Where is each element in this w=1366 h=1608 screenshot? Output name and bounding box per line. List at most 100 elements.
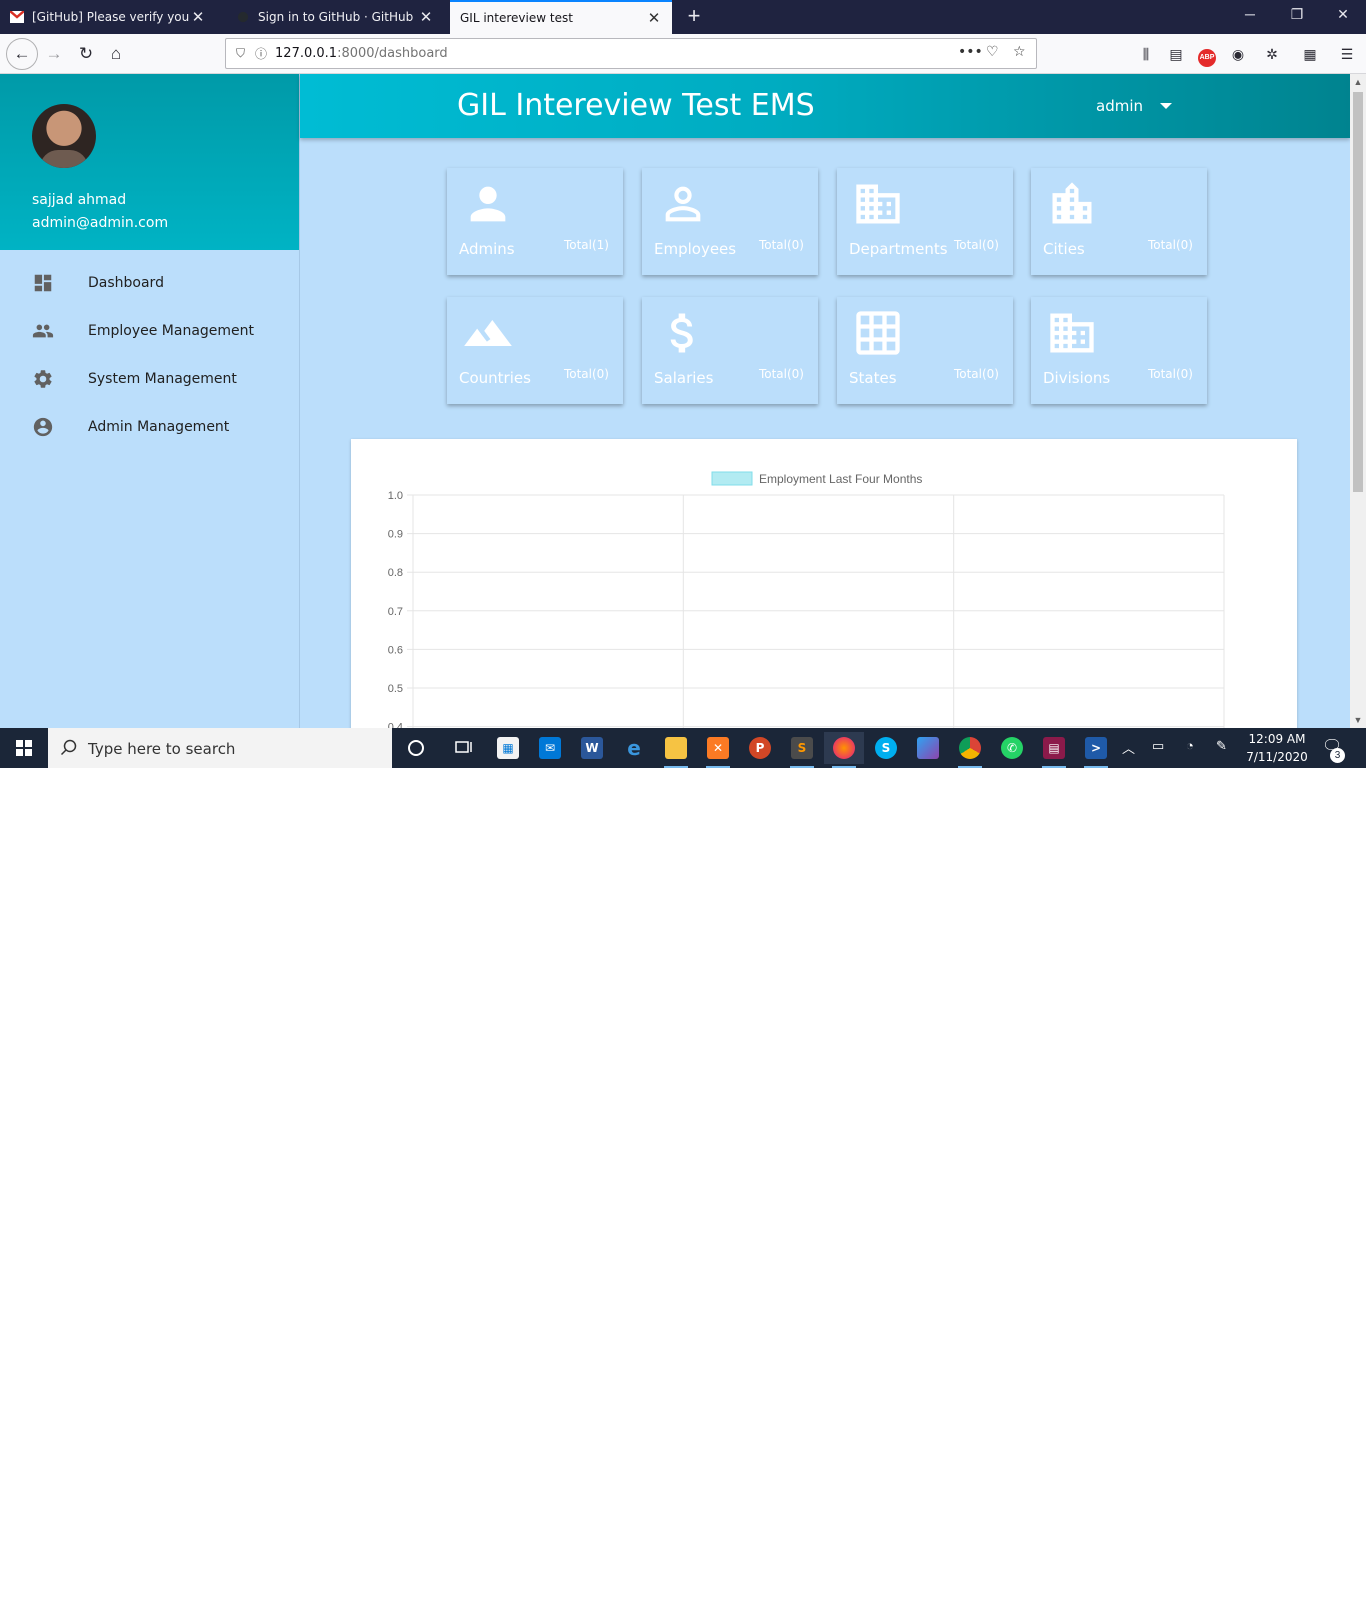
- url-host: 127.0.0.1: [275, 46, 338, 61]
- browser-tab-strip: [GitHub] Please verify your dev ✕ Sign i…: [0, 0, 1366, 34]
- card-label: Countries: [459, 369, 531, 387]
- extensions-grid-icon[interactable]: ▦: [1300, 44, 1320, 64]
- card-countries[interactable]: Countries Total(0): [447, 297, 623, 404]
- pocket-icon[interactable]: ♡: [986, 44, 999, 60]
- bookmark-star-icon[interactable]: ☆: [1013, 44, 1026, 60]
- task-view-icon[interactable]: [444, 732, 484, 764]
- taskbar-search-box[interactable]: Type here to search: [48, 728, 392, 768]
- tab-title: GIL intereview test: [460, 11, 573, 25]
- scrollbar-thumb[interactable]: [1353, 92, 1363, 492]
- store-app-icon[interactable]: ▦: [488, 732, 528, 764]
- library-icon[interactable]: ⫼: [1136, 44, 1156, 64]
- whatsapp-app-icon[interactable]: ✆: [992, 732, 1032, 764]
- profile-header: sajjad ahmad admin@admin.com: [0, 74, 299, 250]
- legend-label[interactable]: Employment Last Four Months: [759, 472, 922, 486]
- reload-button[interactable]: ↻: [74, 42, 98, 66]
- xampp-app-icon[interactable]: ✕: [698, 732, 738, 768]
- tab-close-icon[interactable]: ✕: [418, 8, 434, 26]
- card-label: Salaries: [654, 369, 714, 387]
- firefox-app-icon[interactable]: [824, 732, 864, 768]
- app-header: GIL Intereview Test EMS admin: [300, 74, 1350, 138]
- card-states[interactable]: States Total(0): [837, 297, 1013, 404]
- powershell-app-icon[interactable]: >: [1076, 732, 1116, 768]
- sublime-app-icon[interactable]: S: [782, 732, 822, 768]
- menu-icon[interactable]: ☰: [1337, 44, 1357, 64]
- page-actions-icon[interactable]: •••: [958, 44, 983, 60]
- close-window-button[interactable]: ✕: [1333, 6, 1353, 23]
- browser-tab-active[interactable]: GIL intereview test ✕: [450, 0, 672, 34]
- gear-icon: [34, 370, 52, 388]
- dollar-icon: [670, 313, 693, 353]
- card-total: Total(0): [758, 367, 804, 381]
- tab-close-icon[interactable]: ✕: [190, 8, 206, 26]
- notification-count-badge: 3: [1330, 748, 1345, 763]
- card-employees[interactable]: Employees Total(0): [642, 168, 818, 275]
- card-total: Total(0): [953, 238, 999, 252]
- card-label: Cities: [1043, 240, 1085, 258]
- browser-tab-github[interactable]: Sign in to GitHub · GitHub ✕: [226, 0, 444, 34]
- legend-swatch[interactable]: [711, 471, 753, 486]
- pen-icon[interactable]: ✎: [1216, 738, 1227, 754]
- sidebar-item-system-management[interactable]: System Management: [0, 357, 300, 401]
- card-divisions[interactable]: Divisions Total(0): [1031, 297, 1207, 404]
- extension-icon[interactable]: ✲: [1262, 44, 1282, 64]
- card-salaries[interactable]: Salaries Total(0): [642, 297, 818, 404]
- page-scrollbar[interactable]: ▲ ▼: [1350, 74, 1366, 728]
- chrome-app-icon[interactable]: [950, 732, 990, 768]
- show-hidden-icons-icon[interactable]: ︿: [1122, 738, 1135, 757]
- sidebar-item-dashboard[interactable]: Dashboard: [0, 261, 300, 305]
- back-button[interactable]: ←: [6, 38, 38, 70]
- winrar-app-icon[interactable]: ▤: [1034, 732, 1074, 768]
- user-menu[interactable]: admin: [1096, 97, 1143, 115]
- card-cities[interactable]: Cities Total(0): [1031, 168, 1207, 275]
- mail-app-icon[interactable]: ✉: [530, 732, 570, 764]
- card-label: States: [849, 369, 897, 387]
- card-total: Total(0): [1147, 367, 1193, 381]
- adblock-icon[interactable]: ABP: [1197, 44, 1217, 67]
- home-button[interactable]: ⌂: [104, 42, 128, 66]
- card-admins[interactable]: Admins Total(1): [447, 168, 623, 275]
- wifi-icon[interactable]: ◔: [1186, 738, 1194, 753]
- sidebar-item-employee-management[interactable]: Employee Management: [0, 309, 300, 353]
- gmail-icon: [10, 11, 24, 23]
- scroll-down-arrow[interactable]: ▼: [1350, 715, 1366, 725]
- card-departments[interactable]: Departments Total(0): [837, 168, 1013, 275]
- url-path: :8000/dashboard: [337, 46, 448, 61]
- card-total: Total(1): [563, 238, 609, 252]
- minimize-button[interactable]: ─: [1240, 6, 1260, 22]
- y-tick-label: 0.7: [388, 606, 403, 618]
- address-bar[interactable]: ⛉ ⓘ 127.0.0.1:8000/dashboard ••• ♡ ☆: [225, 38, 1037, 69]
- clock-time[interactable]: 12:09 AM: [1242, 732, 1312, 746]
- word-app-icon[interactable]: W: [572, 732, 612, 764]
- chevron-down-icon[interactable]: [1160, 103, 1172, 109]
- edge-app-icon[interactable]: e: [614, 732, 654, 764]
- restore-button[interactable]: ❐: [1287, 6, 1307, 23]
- sidebar-item-label: System Management: [88, 371, 237, 387]
- new-tab-button[interactable]: +: [681, 3, 707, 29]
- sidebar-item-admin-management[interactable]: Admin Management: [0, 405, 300, 449]
- skype-app-icon[interactable]: S: [866, 732, 906, 764]
- info-icon[interactable]: ⓘ: [255, 45, 267, 62]
- browser-tab-gmail[interactable]: [GitHub] Please verify your dev ✕: [0, 0, 216, 34]
- avatar: [32, 104, 96, 168]
- powerpoint-app-icon[interactable]: P: [740, 732, 780, 764]
- clock-date[interactable]: 7/11/2020: [1242, 750, 1312, 764]
- scroll-up-arrow[interactable]: ▲: [1350, 77, 1366, 87]
- sidebar-icon[interactable]: ▤: [1166, 44, 1186, 64]
- account-icon[interactable]: ◉: [1228, 44, 1248, 64]
- windows-logo-icon: [16, 740, 32, 756]
- forward-button[interactable]: →: [42, 42, 66, 66]
- sidebar-item-label: Dashboard: [88, 275, 164, 291]
- photos-app-icon[interactable]: [908, 732, 948, 764]
- start-button[interactable]: [0, 728, 48, 768]
- tab-close-icon[interactable]: ✕: [646, 9, 662, 27]
- y-tick-label: 0.6: [388, 644, 403, 656]
- cortana-icon[interactable]: [396, 732, 436, 764]
- shield-icon[interactable]: ⛉: [236, 46, 245, 61]
- y-tick-label: 0.9: [388, 529, 403, 541]
- browser-toolbar: ← → ↻ ⌂ ⛉ ⓘ 127.0.0.1:8000/dashboard •••…: [0, 34, 1366, 74]
- grid-icon: [856, 311, 900, 355]
- file-explorer-icon[interactable]: [656, 732, 696, 768]
- battery-icon[interactable]: ▭: [1152, 738, 1164, 754]
- screen: [GitHub] Please verify your dev ✕ Sign i…: [0, 0, 1366, 768]
